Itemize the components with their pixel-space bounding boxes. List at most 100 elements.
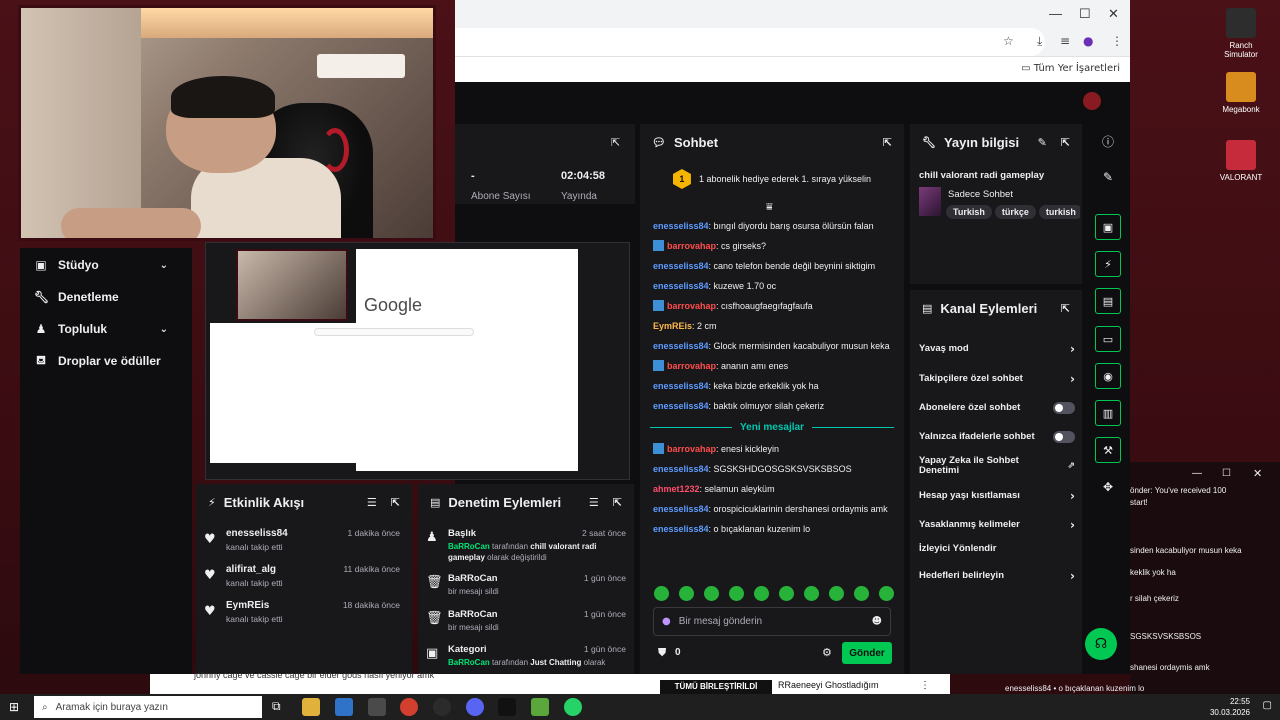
quick-action-boost[interactable]: ⚡︎ (1095, 251, 1121, 277)
desktop-shortcut[interactable]: Ranch Simulator (1218, 8, 1264, 59)
channel-action-item[interactable]: Abonelere özel sohbet (919, 402, 1075, 414)
popout-icon[interactable]: ⇱ (391, 496, 400, 509)
all-bookmarks-link[interactable]: ▭ Tüm Yer İşaretleri (1021, 63, 1120, 74)
pin-icon[interactable]: ⩸ (766, 200, 773, 214)
task-view-icon[interactable]: ⧉ (272, 699, 281, 714)
chat-username[interactable]: enesseliss84 (653, 221, 709, 231)
menu-icon[interactable]: ⋮ (1111, 34, 1123, 48)
file-explorer-icon[interactable] (302, 698, 320, 716)
chat-username[interactable]: EymREis (653, 321, 692, 331)
quick-action-chat[interactable]: ▭ (1095, 326, 1121, 352)
notification-icon[interactable]: ▢ (1263, 700, 1272, 711)
chat-username[interactable]: enesseliss84 (653, 281, 709, 291)
channel-action-item[interactable]: Yavaş mod › (919, 342, 1075, 356)
quick-action-clip[interactable]: ▣ (1095, 214, 1121, 240)
emote-icon[interactable] (654, 586, 669, 601)
sidebar-item-moderation[interactable]: 🔧︎ Denetleme (34, 287, 119, 307)
minimize-icon[interactable]: — (1192, 468, 1202, 479)
discord-icon[interactable] (466, 698, 484, 716)
tag[interactable]: türkçe (994, 205, 1036, 219)
popout-icon[interactable]: ⇱ (1061, 302, 1070, 315)
filter-icon[interactable]: ☰ (367, 496, 377, 509)
video-thumbnail[interactable]: TÜMÜ BİRLEŞTİRİLDİ (660, 680, 772, 694)
star-icon[interactable]: ☆ (1003, 34, 1014, 48)
channel-action-item[interactable]: Hesap yaşı kısıtlaması › (919, 489, 1075, 503)
chat-username[interactable]: enesseliss84 (653, 401, 709, 411)
emote-icon[interactable] (704, 586, 719, 601)
address-bar[interactable] (455, 28, 1045, 56)
sidebar-item-drops[interactable]: ⛾ Droplar ve ödüller (34, 351, 161, 371)
chat-username[interactable]: barrovahap (667, 301, 716, 311)
edit-icon[interactable]: ✎ (1095, 164, 1121, 190)
stream-preview[interactable]: Google (205, 242, 630, 480)
hype-banner[interactable]: 1 1 abonelik hediye ederek 1. sıraya yük… (640, 164, 904, 194)
chat-username[interactable]: barrovahap (667, 444, 716, 454)
emote-icon[interactable] (854, 586, 869, 601)
minimize-icon[interactable]: — (1049, 6, 1062, 21)
tag[interactable]: Turkish (946, 205, 992, 219)
edit-icon[interactable]: ✎ (1038, 136, 1047, 149)
channel-action-item[interactable]: Yalnızca ifadelerle sohbet (919, 431, 1075, 443)
windows-start-icon[interactable]: ⊞ (9, 700, 19, 714)
chat-username[interactable]: enesseliss84 (653, 504, 709, 514)
chat-username[interactable]: barrovahap (667, 241, 716, 251)
channel-action-item[interactable]: Yasaklanmış kelimeler › (919, 518, 1075, 532)
profile-icon[interactable]: ● (1083, 34, 1093, 48)
channel-avatar[interactable] (1083, 92, 1101, 110)
emote-icon[interactable] (754, 586, 769, 601)
channel-action-item[interactable]: Takipçilere özel sohbet › (919, 372, 1075, 386)
popout-icon[interactable]: ⇱ (611, 136, 620, 149)
channel-action-item[interactable]: Hedefleri belirleyin › (919, 569, 1075, 583)
emote-icon[interactable] (879, 586, 894, 601)
more-icon[interactable]: ⋮ (920, 680, 930, 691)
help-button[interactable]: ☊ (1085, 628, 1117, 660)
emote-icon[interactable] (804, 586, 819, 601)
mic-icon[interactable]: ● (662, 616, 671, 627)
obs-icon[interactable] (433, 698, 451, 716)
popout-icon[interactable]: ⇱ (1061, 136, 1070, 149)
channel-action-item[interactable]: Yapay Zeka ile Sohbet Denetimi ⇗ (919, 456, 1075, 476)
popout-icon[interactable]: ⇱ (883, 136, 892, 149)
chat-settings-icon[interactable]: ⚙ (822, 646, 832, 659)
emote-icon[interactable] (779, 586, 794, 601)
rockstar-icon[interactable] (498, 698, 516, 716)
desktop-shortcut[interactable]: Megabonk (1218, 72, 1264, 114)
mail-icon[interactable] (368, 698, 386, 716)
emote-icon[interactable] (729, 586, 744, 601)
chat-username[interactable]: ahmet1232 (653, 484, 700, 494)
chat-username[interactable]: enesseliss84 (653, 524, 709, 534)
quick-action-broadcast[interactable]: ◉ (1095, 363, 1121, 389)
toggle-switch[interactable] (1053, 402, 1075, 414)
chat-username[interactable]: enesseliss84 (653, 464, 709, 474)
send-button[interactable]: Gönder (842, 642, 892, 664)
toggle-switch[interactable] (1053, 431, 1075, 443)
emote-icon[interactable] (829, 586, 844, 601)
info-icon[interactable]: ⓘ (1095, 128, 1121, 154)
channel-action-item[interactable]: İzleyici Yönlendir (919, 544, 1075, 554)
download-icon[interactable]: ⤓ (1037, 34, 1042, 49)
store-icon[interactable] (335, 698, 353, 716)
tag[interactable]: turkish (1038, 205, 1080, 219)
chat-username[interactable]: enesseliss84 (653, 261, 709, 271)
popout-icon[interactable]: ⇱ (613, 496, 622, 509)
taskbar-clock[interactable]: 22:55 30.03.2026 (1210, 696, 1250, 718)
quick-action-notes[interactable]: ▤ (1095, 288, 1121, 314)
quick-action-ad[interactable]: ▥ (1095, 400, 1121, 426)
filter-icon[interactable]: ☰ (589, 496, 599, 509)
close-icon[interactable]: ✕ (1108, 6, 1119, 22)
maximize-icon[interactable]: ☐ (1079, 6, 1091, 22)
chat-username[interactable]: enesseliss84 (653, 381, 709, 391)
emote-picker-icon[interactable]: ☻ (872, 616, 882, 627)
sidebar-item-community[interactable]: ♟ Topluluk ⌄ (34, 319, 184, 339)
whatsapp-icon[interactable] (564, 698, 582, 716)
emote-icon[interactable] (679, 586, 694, 601)
taskbar-search[interactable]: ⌕ Aramak için buraya yazın (34, 696, 262, 718)
sidebar-item-studio[interactable]: ▣ Stüdyo ⌄ (34, 255, 184, 275)
points-icon[interactable]: ⛊ (658, 646, 666, 660)
quick-action-mod[interactable]: ⚒ (1095, 437, 1121, 463)
add-action-icon[interactable]: ✥ (1095, 474, 1121, 500)
game-icon[interactable] (531, 698, 549, 716)
close-icon[interactable]: ✕ (1253, 467, 1262, 480)
chrome-icon[interactable] (400, 698, 418, 716)
chat-input[interactable]: ● Bir mesaj gönderin ☻ (653, 607, 891, 636)
